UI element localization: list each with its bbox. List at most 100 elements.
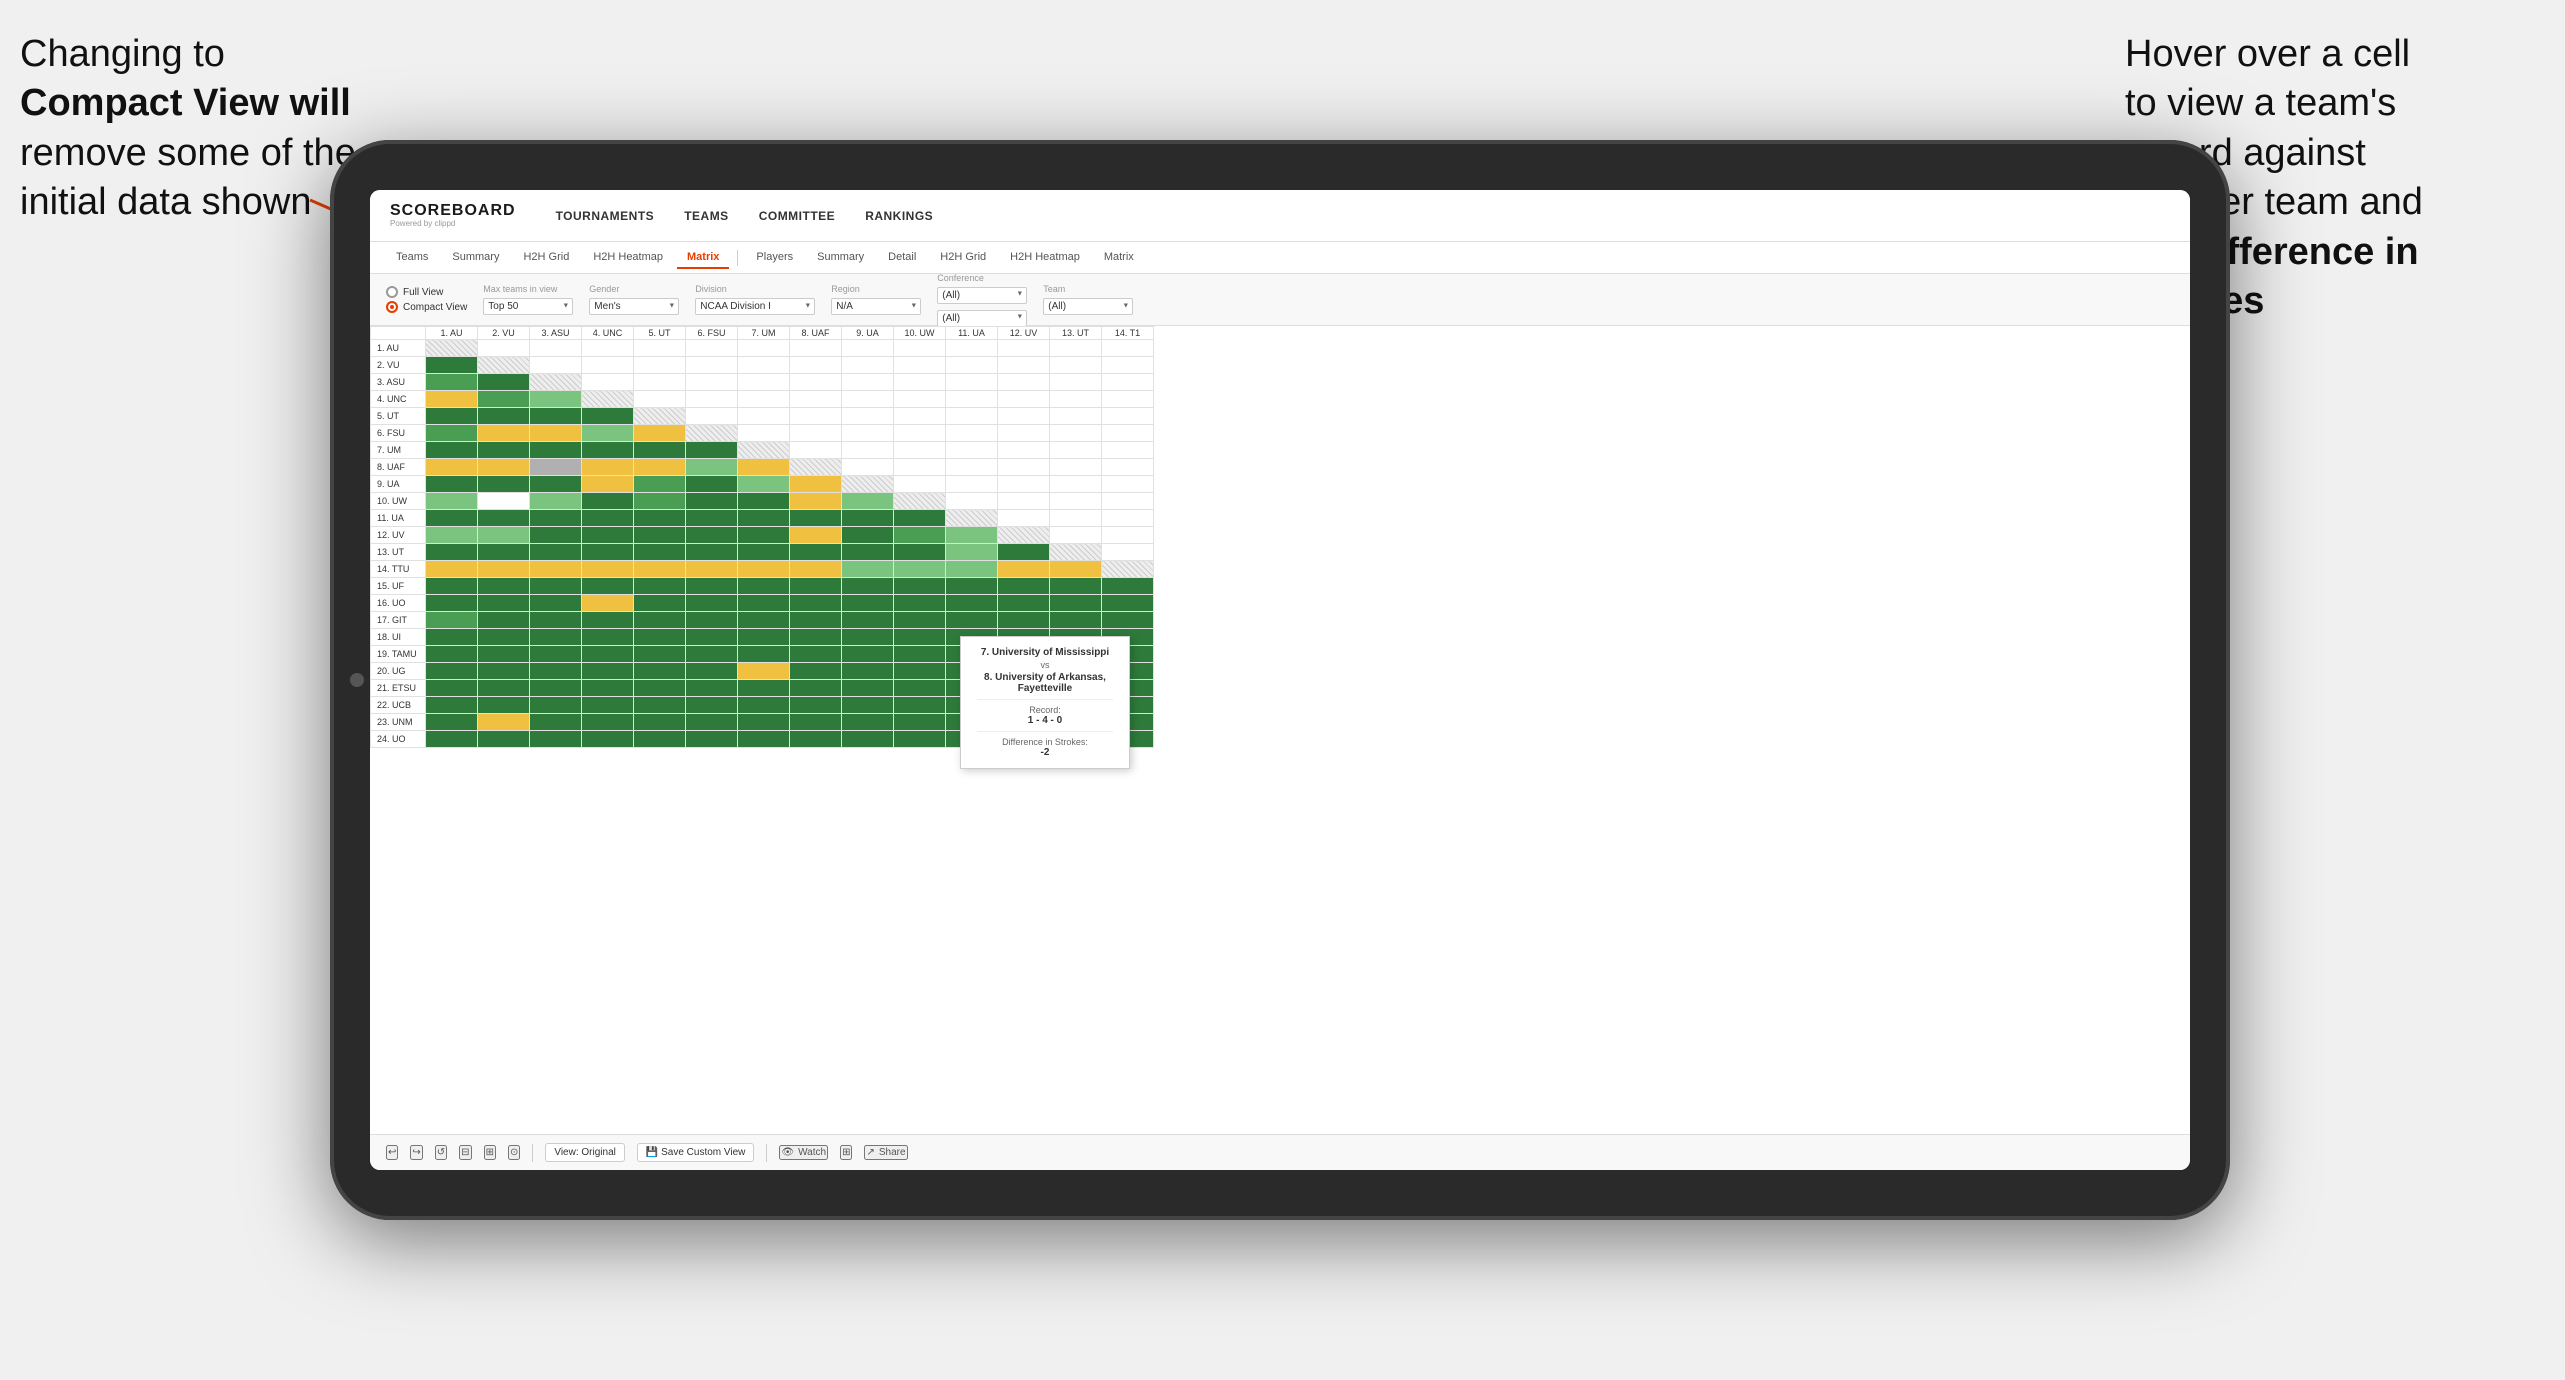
matrix-cell[interactable]	[530, 476, 582, 493]
matrix-cell[interactable]	[582, 646, 634, 663]
matrix-cell[interactable]	[426, 357, 478, 374]
matrix-cell[interactable]	[686, 374, 738, 391]
matrix-cell[interactable]	[738, 527, 790, 544]
matrix-cell[interactable]	[634, 663, 686, 680]
matrix-cell[interactable]	[1050, 510, 1102, 527]
matrix-cell[interactable]	[478, 680, 530, 697]
nav-tournaments[interactable]: TOURNAMENTS	[556, 209, 655, 223]
subnav-h2h-heatmap[interactable]: H2H Heatmap	[583, 247, 673, 269]
matrix-cell[interactable]	[478, 697, 530, 714]
matrix-cell[interactable]	[1050, 459, 1102, 476]
matrix-cell[interactable]	[738, 629, 790, 646]
matrix-cell[interactable]	[946, 476, 998, 493]
matrix-cell[interactable]	[582, 544, 634, 561]
matrix-cell[interactable]	[1050, 408, 1102, 425]
matrix-cell[interactable]	[686, 714, 738, 731]
matrix-cell[interactable]	[998, 561, 1050, 578]
subnav-h2h-grid[interactable]: H2H Grid	[513, 247, 579, 269]
matrix-cell[interactable]	[1102, 510, 1154, 527]
matrix-cell[interactable]	[478, 561, 530, 578]
matrix-cell[interactable]	[426, 578, 478, 595]
matrix-cell[interactable]	[1050, 340, 1102, 357]
matrix-cell[interactable]	[478, 493, 530, 510]
matrix-cell[interactable]	[1050, 612, 1102, 629]
matrix-cell[interactable]	[634, 612, 686, 629]
matrix-cell[interactable]	[582, 629, 634, 646]
matrix-cell[interactable]	[686, 561, 738, 578]
matrix-cell[interactable]	[582, 340, 634, 357]
matrix-cell[interactable]	[426, 459, 478, 476]
matrix-cell[interactable]	[478, 340, 530, 357]
matrix-cell[interactable]	[530, 510, 582, 527]
matrix-cell[interactable]	[1102, 391, 1154, 408]
matrix-cell[interactable]	[998, 442, 1050, 459]
matrix-cell[interactable]	[842, 459, 894, 476]
matrix-cell[interactable]	[478, 714, 530, 731]
nav-rankings[interactable]: RANKINGS	[865, 209, 933, 223]
matrix-cell[interactable]	[946, 425, 998, 442]
matrix-cell[interactable]	[1050, 476, 1102, 493]
matrix-cell[interactable]	[634, 561, 686, 578]
matrix-cell[interactable]	[530, 357, 582, 374]
matrix-cell[interactable]	[478, 646, 530, 663]
matrix-cell[interactable]	[790, 663, 842, 680]
matrix-cell[interactable]	[738, 595, 790, 612]
matrix-cell[interactable]	[1102, 612, 1154, 629]
matrix-cell[interactable]	[426, 629, 478, 646]
watch-button[interactable]: 👁 Watch	[779, 1145, 828, 1160]
matrix-cell[interactable]	[634, 408, 686, 425]
matrix-cell[interactable]	[1050, 561, 1102, 578]
matrix-cell[interactable]	[790, 731, 842, 748]
matrix-cell[interactable]	[946, 595, 998, 612]
matrix-cell[interactable]	[426, 374, 478, 391]
matrix-cell[interactable]	[1050, 374, 1102, 391]
matrix-cell[interactable]	[738, 442, 790, 459]
conference-select[interactable]: (All)	[937, 287, 1027, 304]
matrix-cell[interactable]	[1050, 578, 1102, 595]
matrix-cell[interactable]	[426, 714, 478, 731]
matrix-cell[interactable]	[634, 493, 686, 510]
matrix-cell[interactable]	[686, 391, 738, 408]
matrix-cell[interactable]	[1102, 561, 1154, 578]
matrix-cell[interactable]	[686, 476, 738, 493]
matrix-cell[interactable]	[738, 731, 790, 748]
matrix-cell[interactable]	[686, 527, 738, 544]
matrix-cell[interactable]	[478, 408, 530, 425]
matrix-cell[interactable]	[478, 459, 530, 476]
matrix-cell[interactable]	[790, 374, 842, 391]
matrix-cell[interactable]	[842, 442, 894, 459]
matrix-cell[interactable]	[1102, 442, 1154, 459]
matrix-cell[interactable]	[894, 476, 946, 493]
matrix-cell[interactable]	[842, 697, 894, 714]
matrix-cell[interactable]	[842, 629, 894, 646]
matrix-cell[interactable]	[530, 442, 582, 459]
matrix-cell[interactable]	[790, 510, 842, 527]
matrix-cell[interactable]	[426, 442, 478, 459]
matrix-cell[interactable]	[998, 391, 1050, 408]
matrix-cell[interactable]	[738, 646, 790, 663]
matrix-cell[interactable]	[946, 527, 998, 544]
matrix-cell[interactable]	[478, 527, 530, 544]
matrix-cell[interactable]	[426, 544, 478, 561]
matrix-cell[interactable]	[478, 425, 530, 442]
matrix-cell[interactable]	[478, 391, 530, 408]
matrix-cell[interactable]	[998, 578, 1050, 595]
matrix-cell[interactable]	[842, 714, 894, 731]
matrix-cell[interactable]	[1102, 578, 1154, 595]
matrix-cell[interactable]	[686, 578, 738, 595]
matrix-cell[interactable]	[530, 391, 582, 408]
share-button[interactable]: ↗ Share	[864, 1145, 907, 1160]
matrix-cell[interactable]	[426, 663, 478, 680]
matrix-cell[interactable]	[946, 544, 998, 561]
matrix-cell[interactable]	[634, 442, 686, 459]
matrix-cell[interactable]	[686, 663, 738, 680]
matrix-cell[interactable]	[842, 680, 894, 697]
matrix-cell[interactable]	[634, 527, 686, 544]
matrix-cell[interactable]	[738, 476, 790, 493]
matrix-cell[interactable]	[1102, 493, 1154, 510]
matrix-cell[interactable]	[634, 374, 686, 391]
matrix-cell[interactable]	[1102, 595, 1154, 612]
subnav-teams[interactable]: Teams	[386, 247, 438, 269]
matrix-cell[interactable]	[1050, 527, 1102, 544]
matrix-cell[interactable]	[634, 578, 686, 595]
